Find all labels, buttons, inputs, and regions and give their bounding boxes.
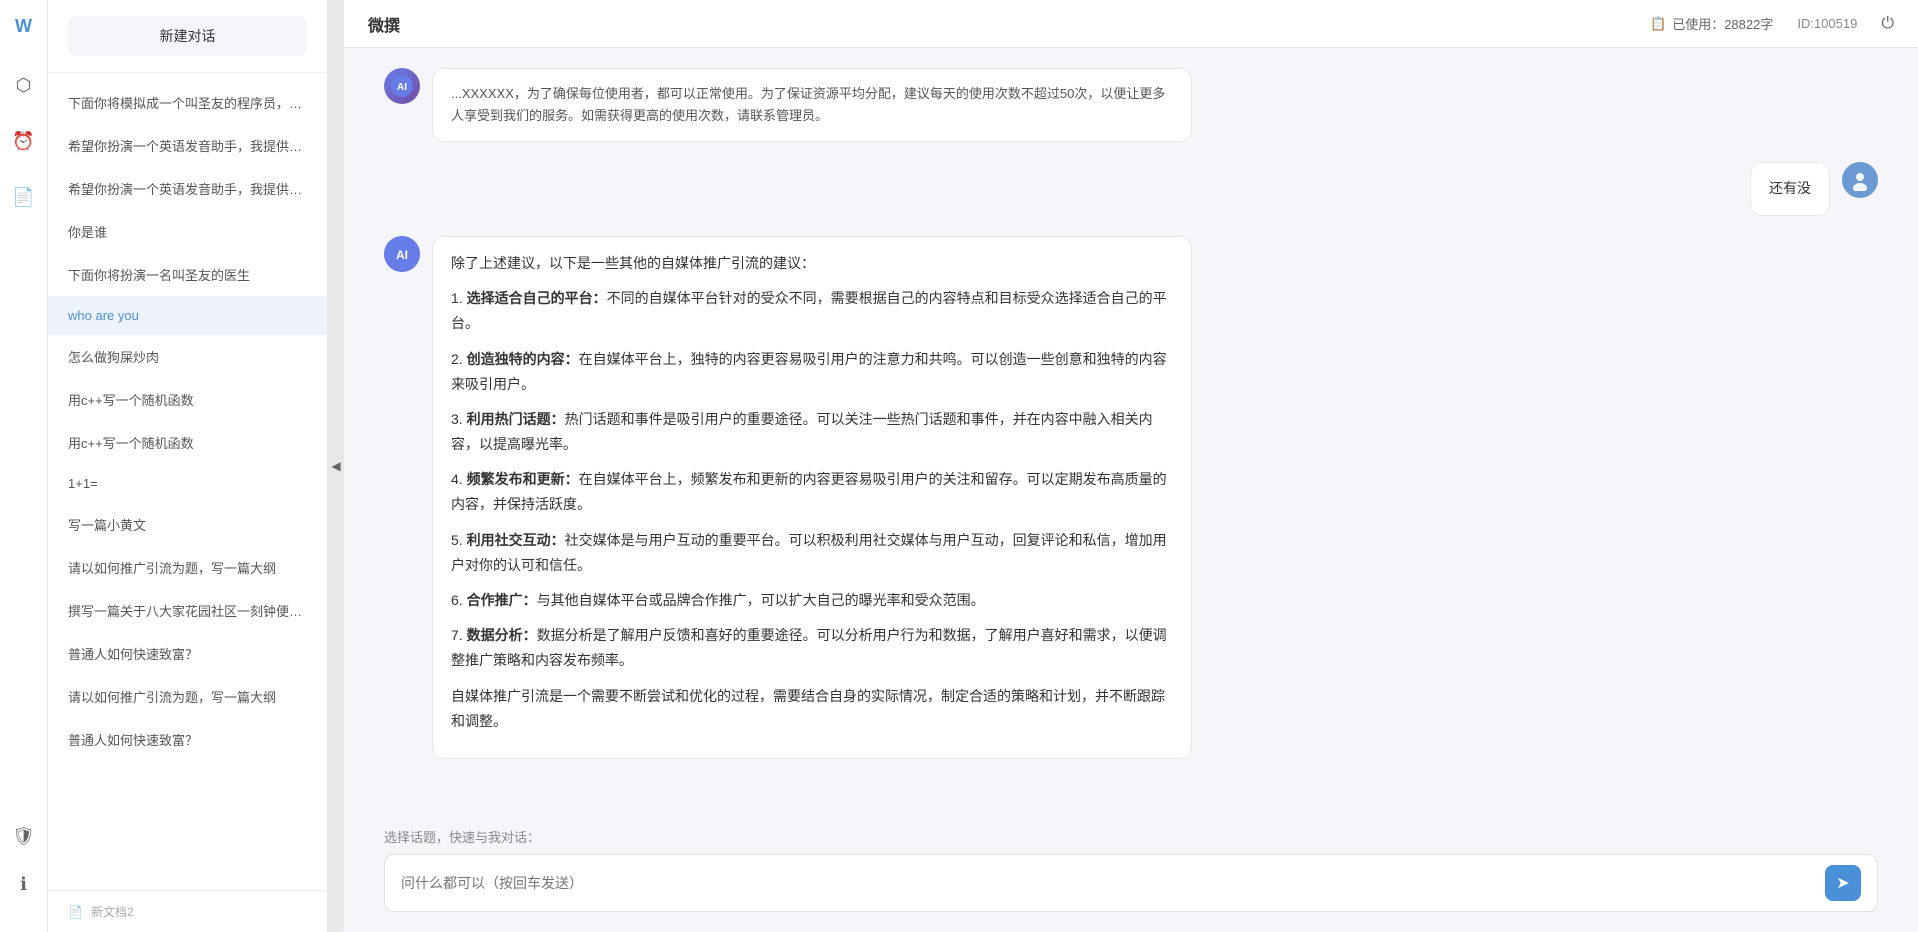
chat-bottom: 选择话题，快速与我对话： ➤ [344,815,1918,932]
new-chat-button[interactable]: 新建对话 [68,16,307,56]
sidebar-item[interactable]: who are you [48,296,327,335]
quick-topics-label: 选择话题，快速与我对话： [384,827,1878,846]
send-button[interactable]: ➤ [1825,865,1861,901]
sidebar-item[interactable]: 下面你将模拟成一个叫圣友的程序员，我说... [48,81,327,124]
usage-text: 已使用：28822字 [1672,14,1773,33]
sidebar-item[interactable]: 希望你扮演一个英语发音助手，我提供给你... [48,124,327,167]
ai-message-bubble: 除了上述建议，以下是一些其他的自媒体推广引流的建议：1. 选择适合自己的平台：不… [432,236,1192,759]
topbar-right: 📋 已使用：28822字 ID:100519 ⏻ [1650,14,1894,33]
ai-message-row: AI 除了上述建议，以下是一些其他的自媒体推广引流的建议：1. 选择适合自己的平… [384,236,1878,759]
icon-bar: W ⬡ ⏰ 📄 🛡 ℹ [0,0,48,932]
sidebar-item[interactable]: 普通人如何快速致富？ [48,632,327,675]
top-ai-message: AI ...XXXXXX，为了确保每位使用者，都可以正常使用。为了保证资源平均分… [384,68,1878,142]
shield-icon[interactable]: 🛡 [8,820,40,852]
top-message-bubble: ...XXXXXX，为了确保每位使用者，都可以正常使用。为了保证资源平均分配，建… [432,68,1192,142]
usage-icon: 📋 [1650,16,1666,32]
sidebar: 新建对话 下面你将模拟成一个叫圣友的程序员，我说...希望你扮演一个英语发音助手… [48,0,328,932]
chat-input[interactable] [401,875,1817,891]
info-icon[interactable]: ℹ [8,868,40,900]
sidebar-item[interactable]: 请以如何推广引流为题，写一篇大纲 [48,675,327,718]
sidebar-item[interactable]: 怎么做狗屎炒肉 [48,335,327,378]
sidebar-bottom: 📄 新文档2 [48,890,327,932]
clock-icon[interactable]: ⏰ [8,125,40,157]
power-icon[interactable]: ⏻ [1881,15,1894,33]
sidebar-item[interactable]: 用c++写一个随机函数 [48,378,327,421]
top-message-text: ...XXXXXX，为了确保每位使用者，都可以正常使用。为了保证资源平均分配，建… [451,86,1165,123]
hexagon-icon[interactable]: ⬡ [8,69,40,101]
document-icon[interactable]: 📄 [8,181,40,213]
svg-text:AI: AI [396,248,408,262]
user-message-row: 还有没 [384,162,1878,216]
sidebar-list: 下面你将模拟成一个叫圣友的程序员，我说...希望你扮演一个英语发音助手，我提供给… [48,73,327,890]
ai-avatar: AI [384,236,420,272]
user-avatar [1842,162,1878,198]
sidebar-item[interactable]: 希望你扮演一个英语发音助手，我提供给你... [48,167,327,210]
input-area: ➤ [384,854,1878,912]
app-title: 微撰 [368,12,400,36]
main-area: 微撰 📋 已使用：28822字 ID:100519 ⏻ AI [344,0,1918,932]
ai-avatar-top: AI [384,68,420,104]
sidebar-item[interactable]: 写一篇小黄文 [48,503,327,546]
sidebar-header: 新建对话 [48,0,327,73]
user-id: ID:100519 [1797,16,1857,31]
sidebar-item[interactable]: 你是谁 [48,210,327,253]
sidebar-bottom-doc-icon: 📄 [68,905,83,919]
sidebar-bottom-label: 新文档2 [91,903,134,920]
sidebar-toggle[interactable]: ◀ [328,0,344,932]
ai-response-content: 除了上述建议，以下是一些其他的自媒体推广引流的建议：1. 选择适合自己的平台：不… [451,251,1173,734]
app-logo[interactable]: W [15,16,32,37]
sidebar-item[interactable]: 撰写一篇关于八大家花园社区一刻钟便民生... [48,589,327,632]
send-icon: ➤ [1836,873,1849,893]
user-message-text: 还有没 [1769,180,1811,196]
toggle-arrow-icon: ◀ [331,459,340,473]
topbar: 微撰 📋 已使用：28822字 ID:100519 ⏻ [344,0,1918,48]
usage-info: 📋 已使用：28822字 [1650,14,1773,33]
sidebar-item[interactable]: 普通人如何快速致富？ [48,718,327,761]
sidebar-item[interactable]: 下面你将扮演一名叫圣友的医生 [48,253,327,296]
sidebar-item[interactable]: 1+1= [48,464,327,503]
sidebar-item[interactable]: 用c++写一个随机函数 [48,421,327,464]
user-message-bubble: 还有没 [1750,162,1830,216]
chat-area: AI ...XXXXXX，为了确保每位使用者，都可以正常使用。为了保证资源平均分… [344,48,1918,815]
svg-text:AI: AI [397,82,407,93]
sidebar-item[interactable]: 请以如何推广引流为题，写一篇大纲 [48,546,327,589]
